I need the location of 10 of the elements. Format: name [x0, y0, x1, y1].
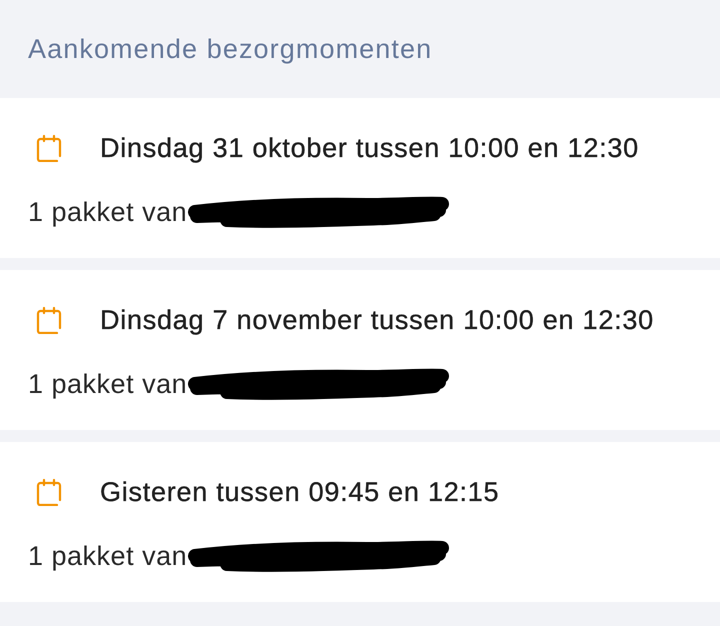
delivery-time: Gisteren tussen 09:45 en 12:15	[100, 476, 500, 508]
parcel-count: 1 pakket van	[28, 368, 188, 400]
delivery-time: Dinsdag 31 oktober tussen 10:00 en 12:30	[100, 132, 639, 164]
calendar-icon	[35, 306, 63, 334]
calendar-icon	[35, 478, 63, 506]
section-title: Aankomende bezorgmomenten	[28, 34, 432, 64]
delivery-time: Dinsdag 7 november tussen 10:00 en 12:30	[100, 304, 654, 336]
calendar-icon	[35, 134, 63, 162]
parcel-count: 1 pakket van	[28, 540, 188, 572]
parcel-count: 1 pakket van	[28, 196, 188, 228]
